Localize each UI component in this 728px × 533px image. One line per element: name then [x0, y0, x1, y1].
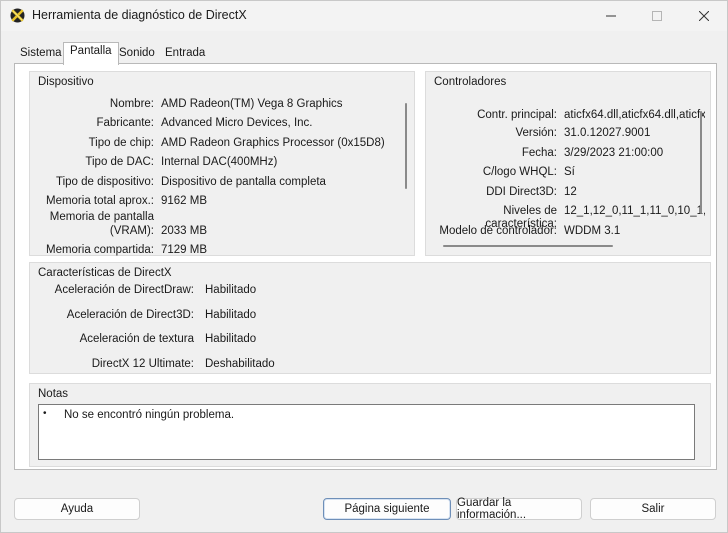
- features-group-title: Características de DirectX: [38, 267, 172, 279]
- help-button[interactable]: Ayuda: [14, 498, 140, 520]
- tab-strip: Sistema Pantalla Sonido Entrada: [14, 42, 714, 65]
- drivers-row-value: 12: [564, 186, 577, 198]
- exit-button[interactable]: Salir: [590, 498, 716, 520]
- tab-sonido[interactable]: Sonido: [113, 45, 161, 64]
- title-bar: Herramienta de diagnóstico de DirectX: [1, 1, 727, 31]
- drivers-row-label: Versión:: [515, 127, 557, 139]
- directx-icon: [10, 8, 25, 23]
- maximize-icon: [652, 11, 662, 21]
- drivers-hscrollbar[interactable]: [443, 245, 613, 247]
- device-row-label-line2: (VRAM):: [109, 225, 154, 237]
- drivers-row-value: WDDM 3.1: [564, 225, 621, 237]
- features-row-label: Aceleración de Direct3D:: [66, 309, 194, 321]
- drivers-row-value: 12_1,12_0,11_1,11_0,10_1,: [564, 205, 705, 217]
- drivers-row-label: Modelo de controlador:: [439, 225, 557, 237]
- device-row-value: 2033 MB: [161, 225, 208, 237]
- tab-sistema[interactable]: Sistema: [14, 45, 68, 64]
- device-row-label: Tipo de dispositivo:: [55, 176, 154, 188]
- device-row-value: Advanced Micro Devices, Inc.: [161, 117, 313, 129]
- device-row-label: Tipo de DAC:: [85, 156, 154, 168]
- device-row-label: Nombre:: [109, 98, 154, 110]
- device-row-label: Tipo de chip:: [88, 137, 154, 149]
- device-row-value: Internal DAC(400MHz): [161, 156, 278, 168]
- tab-pantalla[interactable]: Pantalla: [63, 42, 119, 65]
- maximize-button[interactable]: [634, 1, 680, 31]
- features-row-value: Habilitado: [205, 309, 257, 321]
- features-row-label: Aceleración de DirectDraw:: [54, 284, 194, 296]
- device-row-value: AMD Radeon Graphics Processor (0x15D8): [161, 137, 385, 149]
- device-scrollbar[interactable]: [405, 103, 407, 189]
- features-row-value: Deshabilitado: [205, 358, 275, 370]
- features-row-label: Aceleración de textura: [79, 333, 194, 345]
- features-row-value: Habilitado: [205, 284, 257, 296]
- close-button[interactable]: [681, 1, 727, 31]
- drivers-row-value: 3/29/2023 21:00:00: [564, 147, 664, 159]
- device-row-label-line1: Memoria de pantalla: [49, 211, 154, 223]
- tab-entrada[interactable]: Entrada: [159, 45, 211, 64]
- device-row-value: Dispositivo de pantalla completa: [161, 176, 326, 188]
- drivers-row-label: Fecha:: [521, 147, 557, 159]
- minimize-icon: [606, 15, 616, 17]
- features-row-value: Habilitado: [205, 333, 257, 345]
- drivers-row-value: Sí: [564, 166, 575, 178]
- drivers-row-label: DDI Direct3D:: [486, 186, 557, 198]
- close-icon: [699, 11, 709, 21]
- minimize-button[interactable]: [588, 1, 634, 31]
- notes-bullet: •: [43, 408, 47, 419]
- drivers-group-title: Controladores: [434, 76, 507, 88]
- notes-box[interactable]: • No se encontró ningún problema.: [38, 404, 695, 460]
- device-row-value: 9162 MB: [161, 195, 208, 207]
- device-row-label: Memoria de pantalla (VRAM):: [31, 211, 154, 238]
- device-row-label: Fabricante:: [96, 117, 154, 129]
- drivers-row-value: aticfx64.dll,aticfx64.dll,aticfx: [564, 109, 705, 121]
- notes-text: No se encontró ningún problema.: [64, 409, 235, 421]
- directx-diagnostic-window: Herramienta de diagnóstico de DirectX Si…: [0, 0, 728, 533]
- drivers-row-label: Contr. principal:: [477, 109, 557, 121]
- next-page-button[interactable]: Página siguiente: [323, 498, 451, 520]
- drivers-row-value: 31.0.12027.9001: [564, 127, 651, 139]
- features-row-label: DirectX 12 Ultimate:: [91, 358, 194, 370]
- device-row-label: Memoria compartida:: [45, 244, 154, 256]
- window-title: Herramienta de diagnóstico de DirectX: [32, 8, 247, 22]
- device-group-title: Dispositivo: [38, 76, 94, 88]
- device-row-value: AMD Radeon(TM) Vega 8 Graphics: [161, 98, 343, 110]
- drivers-row-label: C/logo WHQL:: [482, 166, 557, 178]
- save-info-button[interactable]: Guardar la información...: [456, 497, 582, 521]
- device-row-label: Memoria total aprox.:: [45, 195, 154, 207]
- device-row-value: 7129 MB: [161, 244, 208, 256]
- drivers-vscrollbar[interactable]: [700, 111, 702, 214]
- notes-group-title: Notas: [38, 388, 69, 400]
